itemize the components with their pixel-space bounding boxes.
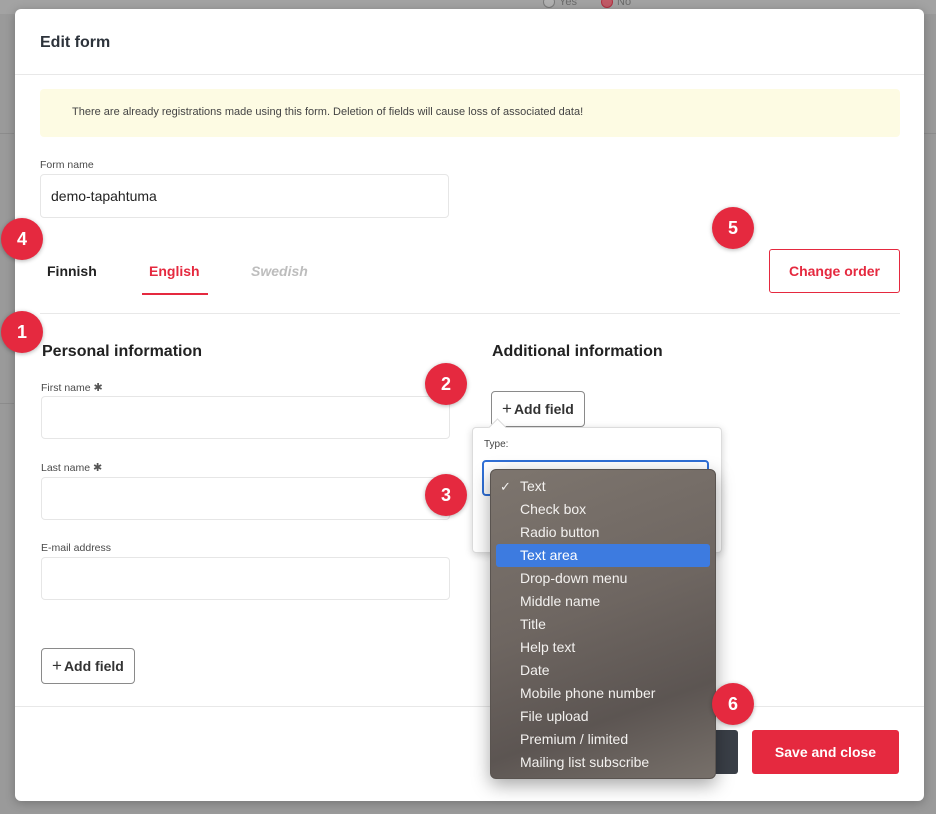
- active-tab-indicator: [142, 293, 208, 295]
- background-radio-no: No: [601, 0, 631, 8]
- change-order-button[interactable]: Change order: [769, 249, 900, 293]
- annotation-badge-6: 6: [712, 683, 754, 725]
- footer-divider: [15, 706, 924, 707]
- menu-item-drop-down-menu[interactable]: Drop-down menu: [496, 567, 710, 590]
- background-radio-yes: Yes: [543, 0, 577, 8]
- background-divider: [0, 133, 14, 134]
- tabs-divider: [40, 313, 900, 314]
- menu-item-text[interactable]: ✓ Text: [496, 475, 710, 498]
- checkmark-icon: ✓: [500, 479, 511, 494]
- background-divider: [0, 403, 14, 404]
- cancel-button[interactable]: [715, 730, 738, 774]
- email-label: E-mail address: [41, 542, 112, 554]
- radio-icon: [543, 0, 555, 8]
- last-name-label-text: Last name: [41, 462, 91, 474]
- add-field-button-additional[interactable]: + Add field: [491, 391, 585, 427]
- annotation-badge-1: 1: [1, 311, 43, 353]
- first-name-label-text: First name: [41, 382, 91, 394]
- tab-english[interactable]: English: [149, 263, 200, 279]
- plus-icon: +: [502, 399, 512, 418]
- background-radio-no-label: No: [617, 0, 632, 8]
- radio-selected-icon: [601, 0, 613, 8]
- annotation-badge-3: 3: [425, 474, 467, 516]
- menu-item-radio-button[interactable]: Radio button: [496, 521, 710, 544]
- modal-title: Edit form: [40, 34, 111, 51]
- menu-item-mobile-phone-number[interactable]: Mobile phone number: [496, 682, 710, 705]
- last-name-label: Last name ✱: [41, 461, 102, 474]
- required-icon: ✱: [92, 462, 103, 474]
- annotation-badge-4: 4: [1, 218, 43, 260]
- required-icon: ✱: [93, 382, 103, 394]
- email-input[interactable]: [41, 557, 450, 600]
- menu-item-file-upload[interactable]: File upload: [496, 705, 710, 728]
- additional-information-title: Additional information: [492, 343, 663, 360]
- menu-item-check-box[interactable]: Check box: [496, 498, 710, 521]
- menu-item-label: Text: [520, 478, 546, 494]
- add-field-button-personal[interactable]: + Add field: [41, 648, 135, 684]
- personal-information-title: Personal information: [42, 343, 203, 360]
- annotation-badge-5: 5: [712, 207, 754, 249]
- menu-item-date[interactable]: Date: [496, 659, 710, 682]
- first-name-input[interactable]: [41, 396, 450, 439]
- add-field-label: Add field: [63, 658, 124, 674]
- edit-form-modal: Edit form There are already registration…: [15, 9, 924, 801]
- annotation-badge-2: 2: [425, 363, 467, 405]
- type-dropdown-menu: ✓ Text Check box Radio button Text area …: [490, 469, 716, 779]
- menu-item-help-text[interactable]: Help text: [496, 636, 710, 659]
- plus-icon: +: [52, 656, 62, 675]
- tab-swedish: Swedish: [251, 263, 308, 279]
- warning-banner: There are already registrations made usi…: [40, 89, 900, 137]
- menu-item-text-area[interactable]: Text area: [496, 544, 710, 567]
- form-name-label: Form name: [40, 159, 94, 171]
- menu-item-middle-name[interactable]: Middle name: [496, 590, 710, 613]
- form-name-input[interactable]: [40, 174, 449, 218]
- menu-item-mailing-list-subscribe[interactable]: Mailing list subscribe: [496, 751, 710, 774]
- last-name-input[interactable]: [41, 477, 450, 520]
- first-name-label: First name ✱: [41, 381, 103, 394]
- background-radio-yes-label: Yes: [559, 0, 577, 8]
- type-label: Type:: [484, 439, 509, 450]
- add-field-label: Add field: [513, 401, 574, 417]
- menu-item-premium-limited[interactable]: Premium / limited: [496, 728, 710, 751]
- header-divider: [15, 74, 924, 75]
- tab-finnish[interactable]: Finnish: [47, 263, 97, 279]
- menu-item-title[interactable]: Title: [496, 613, 710, 636]
- save-and-close-button[interactable]: Save and close: [752, 730, 899, 774]
- background-divider: [922, 133, 936, 134]
